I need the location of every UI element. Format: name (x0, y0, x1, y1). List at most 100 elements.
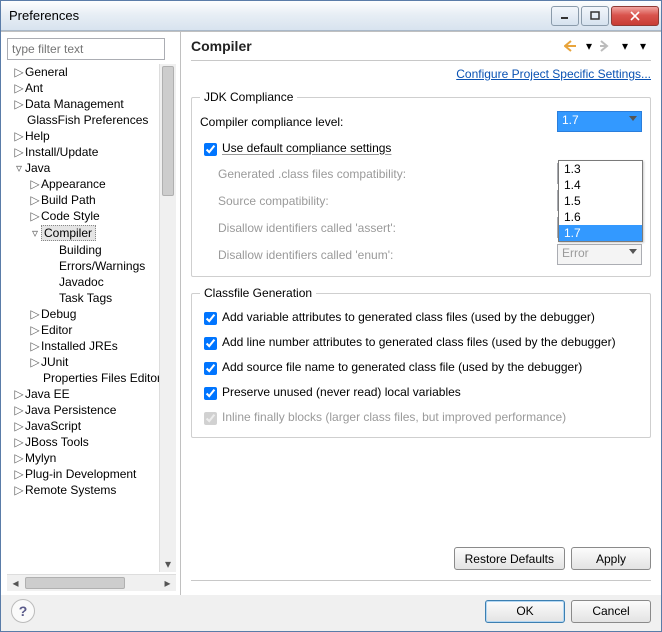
ok-button[interactable]: OK (485, 600, 565, 623)
tree-item[interactable]: ▷Installed JREs (11, 338, 176, 354)
compliance-dropdown[interactable]: 1.31.41.51.61.7 (558, 160, 643, 242)
back-menu-icon[interactable]: ▾ (581, 38, 597, 54)
tree-item[interactable]: ▷Editor (11, 322, 176, 338)
dropdown-option[interactable]: 1.4 (559, 177, 642, 193)
tree-item[interactable]: ▷General (11, 64, 176, 80)
view-menu-icon[interactable]: ▾ (635, 38, 651, 54)
use-default-checkbox[interactable] (204, 143, 217, 156)
tree-item[interactable]: Building (11, 242, 176, 258)
c3-row: Add source file name to generated class … (200, 354, 642, 379)
separator (191, 580, 651, 581)
tree-item[interactable]: ▷Help (11, 128, 176, 144)
tree-twisty-icon[interactable]: ▷ (29, 355, 41, 369)
tree-twisty-icon[interactable]: ▷ (13, 145, 25, 159)
tree-item-label: Editor (41, 323, 72, 337)
tree-twisty-icon[interactable]: ▷ (13, 435, 25, 449)
tree-item-label: JBoss Tools (25, 435, 89, 449)
filter-input[interactable] (7, 38, 165, 60)
tree-item-label: JUnit (41, 355, 68, 369)
tree-item[interactable]: Properties Files Editor (11, 370, 176, 386)
tree-twisty-icon[interactable]: ▷ (29, 209, 41, 223)
tree-item[interactable]: ▷JUnit (11, 354, 176, 370)
vertical-scrollbar[interactable]: ▴ ▾ (159, 64, 176, 572)
dropdown-option[interactable]: 1.5 (559, 193, 642, 209)
tree-item[interactable]: ▷Plug-in Development (11, 466, 176, 482)
scroll-left-icon[interactable]: ◂ (7, 575, 24, 591)
tree-item[interactable]: ▷Data Management (11, 96, 176, 112)
tree-item[interactable]: Errors/Warnings (11, 258, 176, 274)
tree-twisty-icon[interactable]: ▷ (29, 307, 41, 321)
tree-twisty-icon[interactable]: ▷ (13, 97, 25, 111)
tree-item[interactable]: ▷Debug (11, 306, 176, 322)
tree-item[interactable]: ▷Code Style (11, 208, 176, 224)
restore-defaults-button[interactable]: Restore Defaults (454, 547, 565, 570)
tree-twisty-icon[interactable]: ▿ (29, 226, 41, 240)
tree-item[interactable]: ▷JBoss Tools (11, 434, 176, 450)
tree-twisty-icon[interactable]: ▷ (29, 339, 41, 353)
enum-select: Error (557, 244, 642, 265)
chevron-down-icon (629, 116, 637, 121)
forward-menu-icon[interactable]: ▾ (617, 38, 633, 54)
tree-item[interactable]: ▷Java EE (11, 386, 176, 402)
tree-item[interactable]: ▷Remote Systems (11, 482, 176, 498)
configure-project-link[interactable]: Configure Project Specific Settings... (456, 67, 651, 81)
tree-twisty-icon[interactable]: ▷ (13, 403, 25, 417)
horizontal-scrollbar[interactable]: ◂ ▸ (7, 574, 176, 591)
scroll-right-icon[interactable]: ▸ (159, 575, 176, 591)
scroll-thumb[interactable] (162, 66, 174, 196)
tree-twisty-icon[interactable]: ▷ (13, 467, 25, 481)
dropdown-option[interactable]: 1.7 (559, 225, 642, 241)
cancel-button[interactable]: Cancel (571, 600, 651, 623)
preference-tree[interactable]: ▷General▷Ant▷Data ManagementGlassFish Pr… (7, 64, 176, 572)
tree-item[interactable]: GlassFish Preferences (11, 112, 176, 128)
classfile-group: Classfile Generation Add variable attrib… (191, 293, 651, 438)
forward-arrow-icon[interactable] (599, 38, 615, 54)
tree-item[interactable]: ▷Install/Update (11, 144, 176, 160)
tree-twisty-icon[interactable]: ▷ (13, 129, 25, 143)
tree-twisty-icon[interactable]: ▷ (13, 483, 25, 497)
tree-twisty-icon[interactable]: ▷ (29, 177, 41, 191)
tree-twisty-icon[interactable]: ▷ (13, 65, 25, 79)
tree-item[interactable]: ▷JavaScript (11, 418, 176, 434)
tree-item[interactable]: ▷Build Path (11, 192, 176, 208)
tree-item[interactable]: ▷Ant (11, 80, 176, 96)
left-panel: ▷General▷Ant▷Data ManagementGlassFish Pr… (1, 32, 181, 595)
tree-twisty-icon[interactable]: ▷ (29, 323, 41, 337)
tree-twisty-icon[interactable]: ▷ (13, 81, 25, 95)
preserve-unused-checkbox[interactable] (204, 387, 217, 400)
tree-item-label: GlassFish Preferences (27, 113, 148, 127)
tree-twisty-icon[interactable]: ▷ (29, 193, 41, 207)
add-source-checkbox[interactable] (204, 362, 217, 375)
tree-item-label: Help (25, 129, 50, 143)
tree-item[interactable]: ▿Compiler (11, 224, 176, 242)
apply-button[interactable]: Apply (571, 547, 651, 570)
tree-item[interactable]: Javadoc (11, 274, 176, 290)
tree-item[interactable]: ▷Java Persistence (11, 402, 176, 418)
close-button[interactable] (611, 6, 659, 26)
page-title: Compiler (191, 38, 561, 54)
tree-item-label: Task Tags (59, 291, 112, 305)
help-icon[interactable]: ? (11, 599, 35, 623)
dialog-buttons: OK Cancel (485, 600, 651, 623)
inline-finally-checkbox (204, 412, 217, 425)
compliance-level-select[interactable]: 1.7 (557, 111, 642, 132)
hscroll-thumb[interactable] (25, 577, 125, 589)
tree-twisty-icon[interactable]: ▷ (13, 419, 25, 433)
minimize-button[interactable] (551, 6, 579, 26)
tree-item[interactable]: ▷Mylyn (11, 450, 176, 466)
tree-twisty-icon[interactable]: ▷ (13, 387, 25, 401)
tree-twisty-icon[interactable]: ▷ (13, 451, 25, 465)
tree-item-label: Building (59, 243, 102, 257)
tree-item[interactable]: ▷Appearance (11, 176, 176, 192)
dropdown-option[interactable]: 1.6 (559, 209, 642, 225)
maximize-button[interactable] (581, 6, 609, 26)
tree-twisty-icon[interactable]: ▿ (13, 161, 25, 175)
add-line-checkbox[interactable] (204, 337, 217, 350)
tree-item[interactable]: Task Tags (11, 290, 176, 306)
tree-item[interactable]: ▿Java (11, 160, 176, 176)
add-variable-checkbox[interactable] (204, 312, 217, 325)
back-arrow-icon[interactable] (563, 38, 579, 54)
scroll-down-icon[interactable]: ▾ (160, 555, 176, 572)
dropdown-option[interactable]: 1.3 (559, 161, 642, 177)
c4-label: Preserve unused (never read) local varia… (222, 385, 642, 399)
